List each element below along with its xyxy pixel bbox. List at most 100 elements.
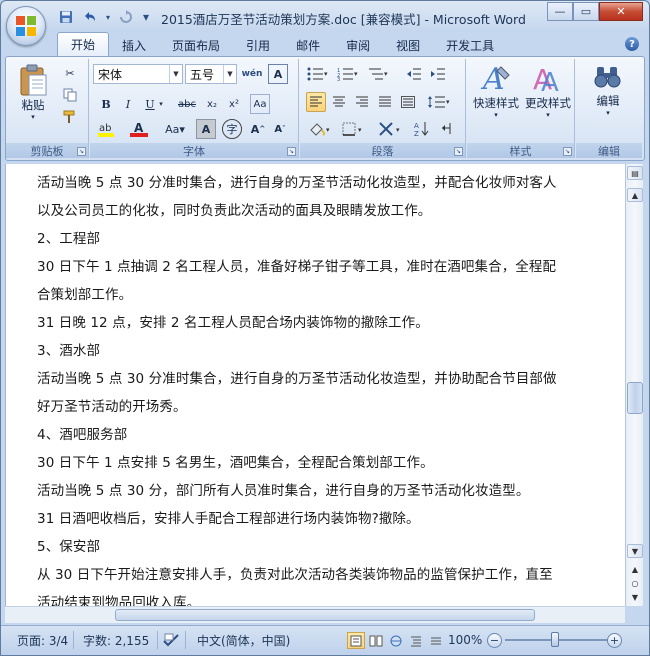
grow-font-icon[interactable]: A ^	[248, 119, 268, 139]
font-name-value: 宋体	[98, 67, 123, 82]
text-highlight-icon[interactable]: ab	[96, 119, 122, 139]
font-size-combo[interactable]: 五号 ▼	[185, 64, 237, 84]
minimize-button[interactable]: —	[547, 2, 573, 21]
quick-styles-button[interactable]: A 快速样式 ▾	[471, 63, 521, 119]
tab-review[interactable]: 审阅	[333, 34, 383, 56]
editing-group-label: 编辑	[576, 143, 642, 158]
ruler-toggle-icon[interactable]: ▤	[627, 166, 643, 180]
select-browse-object-icon[interactable]: ○	[627, 576, 643, 590]
document-page[interactable]: 活动当晚 5 点 30 分准时集合，进行自身的万圣节活动化妆造型，并配合化妆师对…	[5, 164, 625, 606]
font-launcher[interactable]: ↘	[287, 147, 296, 156]
paragraph-launcher[interactable]: ↘	[454, 147, 463, 156]
editing-button[interactable]: 编辑 ▾	[584, 63, 632, 117]
copy-icon[interactable]	[60, 85, 80, 105]
font-name-dropdown-icon[interactable]: ▼	[169, 65, 182, 83]
superscript-icon[interactable]: x²	[224, 94, 244, 114]
print-layout-view-icon[interactable]	[347, 632, 365, 649]
close-button[interactable]: ✕	[599, 2, 643, 21]
document-line: 活动当晚 5 点 30 分准时集合，进行自身的万圣节活动化妆造型，并协助配合节目…	[37, 371, 557, 387]
tab-page-layout[interactable]: 页面布局	[159, 34, 233, 56]
underline-dropdown-icon[interactable]: ▾	[156, 94, 166, 114]
page-count[interactable]: 页面: 3/4	[17, 631, 68, 649]
justify-icon[interactable]	[375, 92, 395, 112]
character-shading-icon[interactable]: A	[196, 119, 216, 139]
proofing-icon[interactable]	[163, 631, 179, 649]
bold-icon[interactable]: B	[96, 94, 116, 114]
format-painter-icon[interactable]	[60, 107, 80, 127]
align-right-icon[interactable]	[352, 92, 372, 112]
align-left-icon[interactable]	[306, 92, 326, 112]
shrink-font-icon[interactable]: Aˇ	[270, 119, 290, 139]
character-border-icon[interactable]: A	[268, 64, 288, 84]
strikethrough-icon[interactable]: abc	[174, 94, 200, 114]
styles-launcher[interactable]: ↘	[563, 147, 572, 156]
outline-view-icon[interactable]	[407, 632, 425, 649]
sort-icon[interactable]: AZ	[412, 119, 432, 139]
italic-icon[interactable]: I	[118, 94, 138, 114]
svg-text:ab: ab	[99, 123, 111, 134]
full-screen-reading-view-icon[interactable]	[367, 632, 385, 649]
draft-view-icon[interactable]	[427, 632, 445, 649]
horizontal-scroll-thumb[interactable]	[115, 609, 535, 621]
numbering-icon[interactable]: 1 2 3 ▾	[334, 64, 362, 84]
clear-formatting-icon[interactable]: Aa	[250, 94, 270, 114]
horizontal-scrollbar[interactable]	[5, 606, 625, 623]
previous-page-icon[interactable]: ▲	[627, 562, 643, 576]
zoom-slider-handle[interactable]	[551, 632, 559, 647]
chinese-layout-icon[interactable]: ▾	[376, 119, 406, 139]
tab-home[interactable]: 开始	[57, 32, 110, 56]
change-styles-button[interactable]: A A 更改样式 ▾	[523, 63, 573, 119]
office-button[interactable]	[6, 6, 46, 46]
help-icon[interactable]: ?	[625, 37, 639, 51]
svg-text:▾: ▾	[354, 70, 358, 78]
subscript-icon[interactable]: x₂	[202, 94, 222, 114]
change-case-icon[interactable]: Aa▾	[162, 119, 188, 139]
align-center-icon[interactable]	[329, 92, 349, 112]
zoom-out-icon[interactable]: −	[487, 633, 502, 648]
paste-dropdown-icon: ▾	[31, 113, 35, 121]
font-size-dropdown-icon[interactable]: ▼	[223, 65, 236, 83]
window-title: 2015酒店万圣节活动策划方案.doc [兼容模式] - Microsoft W…	[161, 12, 526, 27]
web-layout-view-icon[interactable]	[387, 632, 405, 649]
font-color-icon[interactable]: A	[128, 119, 154, 139]
tab-insert[interactable]: 插入	[109, 34, 159, 56]
paste-button[interactable]: 粘贴 ▾	[12, 63, 54, 121]
distributed-icon[interactable]	[398, 92, 418, 112]
enclose-characters-icon[interactable]: 字	[222, 119, 242, 139]
language-indicator[interactable]: 中文(简体，中国)	[197, 631, 290, 649]
borders-icon[interactable]: ▾	[340, 119, 368, 139]
line-spacing-icon[interactable]: ▾	[424, 92, 454, 112]
quick-access-toolbar: ▾ ▾	[55, 8, 153, 26]
increase-indent-icon[interactable]	[428, 64, 448, 84]
tab-mailings[interactable]: 邮件	[283, 34, 333, 56]
scroll-up-icon[interactable]: ▲	[627, 188, 643, 202]
undo-dropdown-icon[interactable]: ▾	[103, 8, 113, 26]
cut-icon[interactable]: ✂	[60, 63, 80, 83]
svg-text:▾: ▾	[324, 70, 328, 78]
redo-icon[interactable]	[115, 8, 137, 26]
document-line: 合策划部工作。	[37, 287, 133, 303]
next-page-icon[interactable]: ▼	[627, 590, 643, 604]
zoom-in-icon[interactable]: +	[607, 633, 622, 648]
save-icon[interactable]	[55, 8, 77, 26]
zoom-level[interactable]: 100%	[448, 631, 482, 649]
document-line: 活动结束到物品回收入库。	[37, 595, 201, 606]
scroll-down-icon[interactable]: ▼	[627, 544, 643, 558]
scroll-thumb[interactable]	[627, 382, 643, 414]
undo-icon[interactable]	[79, 8, 101, 26]
tab-developer[interactable]: 开发工具	[433, 34, 507, 56]
tab-references[interactable]: 引用	[233, 34, 283, 56]
decrease-indent-icon[interactable]	[404, 64, 424, 84]
restore-button[interactable]: ▭	[573, 2, 599, 21]
phonetic-guide-icon[interactable]: wén	[242, 64, 263, 84]
font-name-combo[interactable]: 宋体 ▼	[93, 64, 183, 84]
word-count[interactable]: 字数: 2,155	[83, 631, 149, 649]
shading-icon[interactable]: ▾	[306, 119, 334, 139]
multilevel-list-icon[interactable]: ▾	[364, 64, 392, 84]
tab-view[interactable]: 视图	[383, 34, 433, 56]
show-hide-marks-icon[interactable]	[436, 119, 456, 139]
vertical-scrollbar[interactable]: ▤ ▲ ▼ ▲ ○ ▼	[625, 164, 643, 606]
bullets-icon[interactable]: ▾	[304, 64, 332, 84]
clipboard-launcher[interactable]: ↘	[77, 147, 86, 156]
customize-qat-button[interactable]: ▾	[139, 8, 153, 26]
